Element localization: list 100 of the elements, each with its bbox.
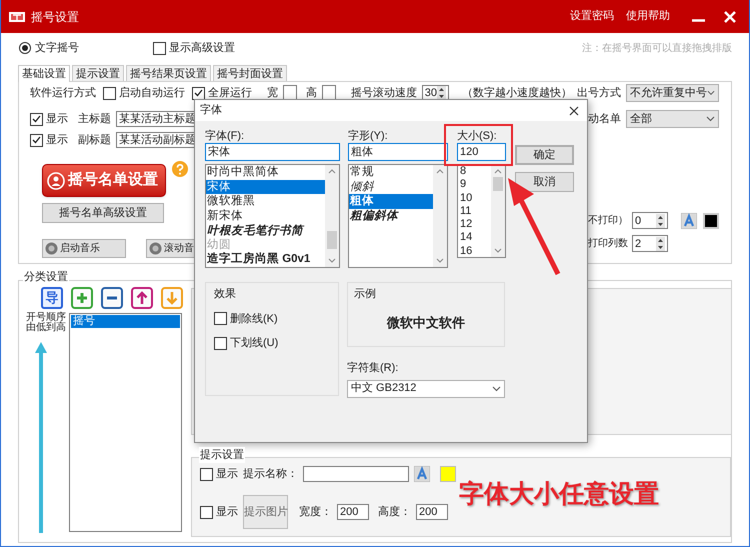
checkbox[interactable] bbox=[30, 112, 43, 126]
list-item[interactable]: 微软雅黑 bbox=[206, 194, 325, 208]
list-item[interactable]: 粗偏斜体 bbox=[349, 208, 433, 223]
input-field[interactable]: 120 bbox=[457, 143, 506, 161]
list-item[interactable]: 时尚中黑简体 bbox=[206, 165, 325, 180]
checkbox-label: 下划线(U) bbox=[230, 336, 278, 351]
close-icon bbox=[723, 10, 737, 24]
list-box[interactable]: 8 9 10 11 12 14 16 bbox=[457, 164, 506, 258]
input-field[interactable]: 粗体 bbox=[348, 143, 448, 161]
chevron-down-icon bbox=[706, 116, 715, 122]
tab[interactable]: 基础设置 bbox=[18, 65, 70, 82]
checkbox-label: 删除线(K) bbox=[230, 312, 278, 326]
tab[interactable]: 摇号结果页设置 bbox=[126, 65, 211, 81]
label: 提示名称： bbox=[243, 466, 298, 482]
list-item[interactable]: 14 bbox=[458, 231, 491, 245]
checkbox[interactable] bbox=[200, 506, 213, 518]
button[interactable]: 取消 bbox=[515, 172, 574, 192]
input-field[interactable]: 200 bbox=[416, 504, 448, 520]
checkbox-label: 显示高级设置 bbox=[169, 40, 235, 56]
field-label: 字形(Y): bbox=[348, 128, 389, 143]
name-list-button[interactable]: 摇号名单设置 bbox=[42, 164, 166, 197]
label: 副标题 bbox=[78, 132, 111, 148]
label: 出号方式 bbox=[577, 86, 621, 101]
checkbox-label: 显示 bbox=[216, 504, 238, 520]
group-title: 效果 bbox=[214, 287, 237, 302]
minimize-icon bbox=[692, 19, 705, 22]
button[interactable]: 摇号名单高级设置 bbox=[42, 203, 164, 223]
arrow-up-icon[interactable] bbox=[131, 286, 153, 308]
list-item[interactable]: 8 bbox=[458, 165, 491, 178]
label: 不打印） bbox=[588, 214, 628, 228]
checkbox-label: 显示 bbox=[216, 466, 238, 482]
checkbox[interactable] bbox=[200, 468, 213, 480]
label: 打印列数 bbox=[588, 236, 628, 251]
label: 主标题 bbox=[78, 112, 111, 127]
checkbox[interactable] bbox=[153, 42, 166, 54]
chevron-down-icon bbox=[492, 386, 501, 392]
input-field[interactable]: 宋体 bbox=[205, 143, 340, 161]
list-item[interactable]: 10 bbox=[458, 192, 491, 205]
window-title: 摇号设置 bbox=[31, 8, 79, 26]
checkbox[interactable] bbox=[214, 312, 227, 326]
checkbox[interactable] bbox=[30, 134, 43, 146]
image-button[interactable]: 提示图片 bbox=[243, 495, 288, 529]
sample-text: 微软中文软件 bbox=[387, 314, 466, 332]
list-item[interactable]: 9 bbox=[458, 178, 491, 192]
list-item[interactable]: 常规 bbox=[349, 165, 433, 180]
input-field[interactable]: 200 bbox=[337, 504, 369, 520]
input-field[interactable] bbox=[303, 466, 409, 482]
font-icon bbox=[681, 212, 697, 228]
list-box[interactable]: 常规 倾斜 粗体 粗偏斜体 bbox=[348, 164, 448, 268]
list-item[interactable]: 宋体 bbox=[206, 180, 325, 194]
button[interactable]: 确定 bbox=[515, 145, 574, 165]
dropdown[interactable]: 不允许重复中号 bbox=[626, 84, 719, 102]
speaker-icon bbox=[45, 242, 58, 255]
list-item[interactable]: 新宋体 bbox=[206, 208, 325, 223]
checkbox-label: 启动自动运行 bbox=[119, 86, 185, 101]
list-box[interactable]: 时尚中黑简体 宋体 微软雅黑 新宋体 叶根友毛笔行书简 幼圆 造字工房尚黑 G0v1 bbox=[205, 164, 340, 268]
list-item[interactable]: 叶根友毛笔行书简 bbox=[206, 223, 325, 238]
dropdown[interactable]: 全部 bbox=[626, 110, 719, 128]
checkbox[interactable] bbox=[214, 336, 227, 350]
list-item[interactable]: 12 bbox=[458, 218, 491, 232]
field-label: 大小(S): bbox=[457, 129, 498, 143]
check-icon bbox=[194, 89, 203, 97]
checkbox-label: 显示 bbox=[46, 132, 68, 148]
dropdown-value: 中文 GB2312 bbox=[351, 380, 416, 396]
header-link[interactable]: 设置密码 bbox=[570, 8, 614, 25]
label: 动名单 bbox=[588, 112, 621, 127]
plus-icon[interactable] bbox=[71, 286, 93, 308]
music-button[interactable]: 启动音乐 bbox=[42, 239, 126, 258]
dropdown-value: 不允许重复中号 bbox=[630, 86, 707, 101]
label: 软件运行方式 bbox=[30, 86, 96, 101]
color-swatch[interactable] bbox=[440, 466, 456, 482]
people-icon bbox=[47, 172, 65, 190]
list-item[interactable]: 倾斜 bbox=[349, 180, 433, 194]
help-icon bbox=[176, 164, 184, 174]
header-link[interactable]: 使用帮助 bbox=[626, 8, 670, 25]
checkbox[interactable] bbox=[103, 86, 116, 100]
label: （数字越小速度越快） bbox=[462, 86, 572, 101]
radio-button[interactable] bbox=[19, 42, 31, 54]
order-label: 开号顺序 bbox=[26, 312, 66, 322]
checkbox-label: 显示 bbox=[46, 112, 68, 127]
checkbox[interactable] bbox=[192, 86, 205, 100]
list-item[interactable]: 粗体 bbox=[349, 194, 433, 208]
charset-dropdown[interactable]: 中文 GB2312 bbox=[347, 380, 505, 398]
check-icon bbox=[32, 136, 41, 144]
label: 宽度： bbox=[299, 504, 332, 520]
highlight-frame bbox=[444, 124, 513, 166]
list-box[interactable]: 摇号 bbox=[69, 312, 182, 532]
label: 摇号滚动速度 bbox=[350, 86, 417, 101]
tab[interactable]: 提示设置 bbox=[72, 65, 124, 81]
checkbox-label: 全屏运行 bbox=[208, 86, 252, 101]
list-item[interactable]: 16 bbox=[458, 244, 491, 257]
list-item[interactable]: 11 bbox=[458, 204, 491, 218]
minus-icon[interactable] bbox=[101, 286, 123, 308]
annotation-caption: 字体大小任意设置 bbox=[459, 479, 659, 510]
list-item[interactable]: 摇号 bbox=[71, 314, 180, 328]
import-button[interactable]: 导 bbox=[41, 286, 63, 308]
order-label: 由低到高 bbox=[26, 322, 66, 332]
color-swatch[interactable] bbox=[703, 212, 719, 228]
group-title: 提示设置 bbox=[199, 446, 245, 463]
tab[interactable]: 摇号封面设置 bbox=[213, 65, 287, 81]
